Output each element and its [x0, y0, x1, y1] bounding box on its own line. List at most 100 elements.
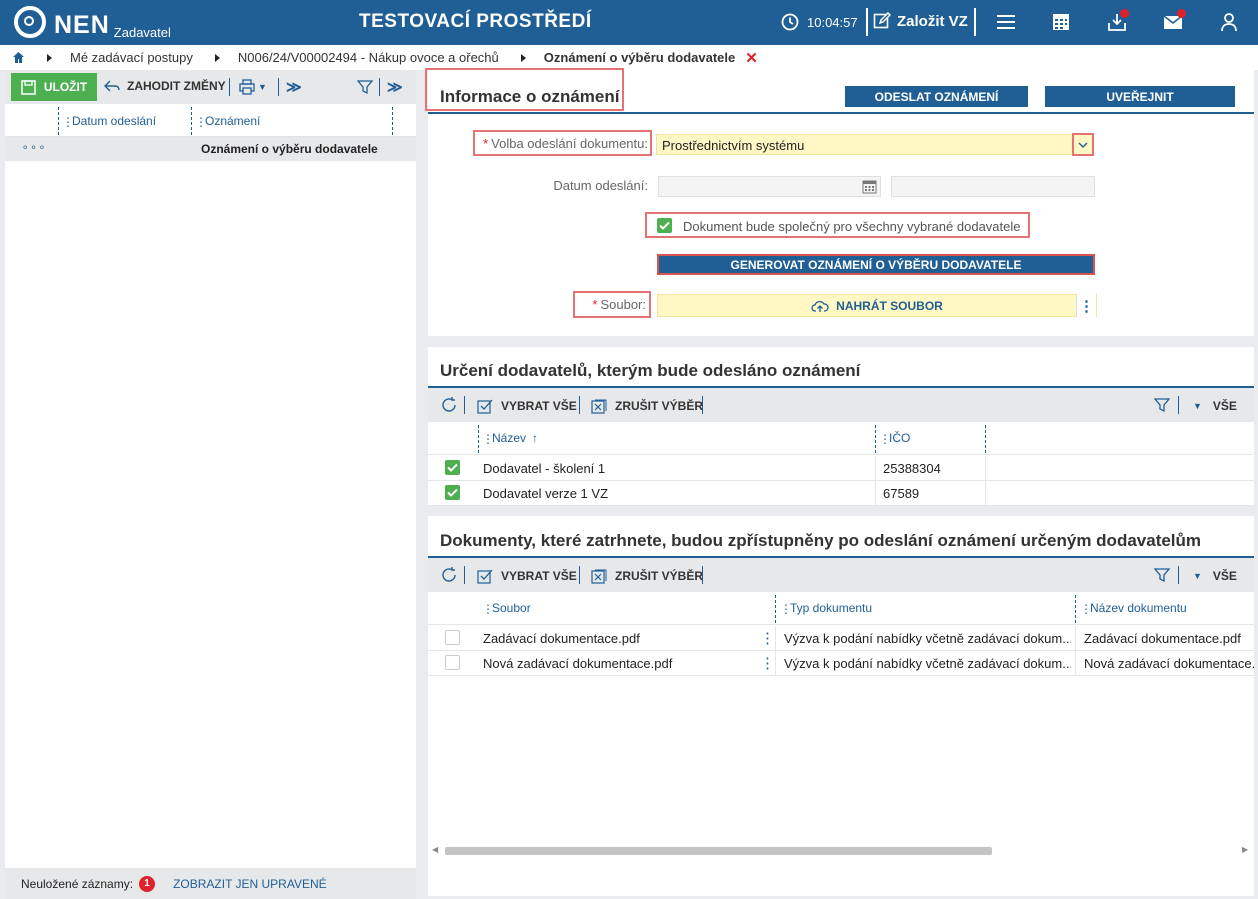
column-divider	[191, 107, 192, 135]
filter-icon[interactable]	[1154, 567, 1170, 583]
create-vz-button[interactable]: Založit VZ	[873, 12, 968, 30]
column-header-file[interactable]: ⋮Soubor	[482, 601, 531, 616]
document-name: Zadávací dokumentace.pdf	[1084, 631, 1241, 646]
column-header-name[interactable]: ⋮Název ↑	[482, 431, 538, 446]
cell-divider	[775, 626, 776, 651]
print-menu-button[interactable]: ▼	[239, 79, 267, 95]
select-all-button[interactable]: VYBRAT VŠE	[477, 568, 577, 584]
refresh-icon[interactable]	[440, 396, 458, 414]
user-icon[interactable]	[1218, 11, 1240, 33]
document-name: Nová zadávací dokumentace.p	[1084, 656, 1254, 671]
table-row[interactable]: Dodavatel verze 1 VZ 67589	[428, 481, 1254, 506]
show-only-modified-link[interactable]: ZOBRAZIT JEN UPRAVENÉ	[173, 877, 327, 891]
column-header-date[interactable]: ⋮Datum odeslání	[62, 114, 156, 129]
nen-logo[interactable]: NEN Zadavatel	[14, 6, 171, 40]
title-underline	[428, 112, 1254, 114]
filter-icon[interactable]	[1154, 397, 1170, 413]
common-document-checkbox[interactable]	[657, 218, 672, 233]
left-toolbar: ULOŽIT ZAHODIT ZMĚNY ▼ ≫ ≫	[5, 70, 416, 104]
column-menu-icon: ⋮	[780, 601, 792, 616]
close-icon[interactable]: ✕	[745, 49, 758, 67]
column-menu-icon: ⋮	[62, 114, 74, 129]
column-header-type[interactable]: ⋮Typ dokumentu	[780, 601, 872, 616]
calendar-icon[interactable]	[862, 179, 877, 194]
document-file[interactable]: Zadávací dokumentace.pdf	[483, 631, 640, 646]
cancel-selection-button[interactable]: ZRUŠIT VÝBĚR	[591, 568, 703, 584]
breadcrumb-item[interactable]: Mé zadávací postupy	[70, 50, 193, 65]
chevron-right-icon	[520, 53, 526, 62]
row-checkbox[interactable]	[445, 630, 460, 645]
table-row[interactable]: Dodavatel - školení 1 25388304	[428, 456, 1254, 481]
left-grid-header: ⋮Datum odeslání ⋮Oznámení	[5, 104, 416, 137]
column-header-ico[interactable]: ⋮IČO	[879, 431, 910, 446]
collapse-panel-icon[interactable]: ≫	[387, 78, 403, 96]
calendar-icon[interactable]	[1050, 11, 1072, 33]
send-notice-button[interactable]: ODESLAT OZNÁMENÍ	[845, 86, 1028, 107]
column-menu-icon: ⋮	[195, 114, 207, 129]
table-row[interactable]: Nová zadávací dokumentace.pdf ⋮ Výzva k …	[428, 651, 1254, 676]
column-header-doc-name[interactable]: ⋮Název dokumentu	[1080, 601, 1187, 616]
row-checkbox[interactable]	[445, 485, 460, 500]
send-mode-label-text: Volba odeslání dokumentu:	[491, 136, 648, 151]
discard-changes-button[interactable]: ZAHODIT ZMĚNY	[103, 79, 226, 93]
cancel-selection-button[interactable]: ZRUŠIT VÝBĚR	[591, 398, 703, 414]
time-sent-input[interactable]	[891, 176, 1095, 197]
publish-button[interactable]: UVEŘEJNIT	[1045, 86, 1235, 107]
row-checkbox[interactable]	[445, 655, 460, 670]
scrollbar-thumb[interactable]	[445, 847, 992, 855]
scroll-left-icon[interactable]: ◀	[432, 845, 438, 854]
upload-file-button[interactable]: NAHRÁT SOUBOR ⋮	[657, 294, 1097, 317]
select-all-button[interactable]: VYBRAT VŠE	[477, 398, 577, 414]
divider	[464, 566, 465, 584]
edit-icon	[873, 12, 891, 29]
breadcrumb-item[interactable]: N006/24/V00002494 - Nákup ovoce a ořechů	[238, 50, 499, 65]
save-button[interactable]: ULOŽIT	[11, 73, 97, 101]
refresh-icon[interactable]	[440, 566, 458, 584]
column-divider	[58, 107, 59, 135]
home-icon[interactable]	[12, 51, 25, 64]
horizontal-scrollbar[interactable]: ◀ ▶	[428, 844, 1254, 858]
column-header-label: Datum odeslání	[72, 114, 157, 128]
document-file[interactable]: Nová zadávací dokumentace.pdf	[483, 656, 672, 671]
session-clock: 10:04:57	[781, 13, 858, 31]
row-checkbox[interactable]	[445, 460, 460, 475]
generate-notice-button[interactable]: GENEROVAT OZNÁMENÍ O VÝBĚRU DODAVATELE	[657, 254, 1095, 275]
divider	[464, 396, 465, 414]
checkmark-icon	[447, 488, 458, 497]
date-sent-label: Datum odeslání:	[553, 178, 648, 193]
column-header-label: Soubor	[492, 601, 531, 615]
more-options-icon[interactable]: ⋮	[1076, 294, 1096, 317]
chevron-right-icon	[47, 53, 52, 62]
chevron-down-icon[interactable]	[1072, 133, 1094, 156]
cell-divider	[775, 651, 776, 676]
more-options-icon[interactable]: ⋮	[760, 629, 775, 647]
messages-button[interactable]	[1162, 9, 1186, 36]
inbox-button[interactable]	[1106, 9, 1129, 36]
printer-icon	[239, 79, 255, 95]
hamburger-menu-icon[interactable]	[995, 11, 1017, 33]
chevron-down-icon: ▼	[1193, 401, 1202, 411]
chevron-right-icon	[214, 53, 220, 62]
breadcrumb-current: Oznámení o výběru dodavatele	[543, 50, 736, 65]
send-mode-select[interactable]: Prostřednictvím systému	[656, 133, 1094, 156]
table-row[interactable]: Zadávací dokumentace.pdf ⋮ Výzva k podán…	[428, 626, 1254, 651]
cell-divider	[1075, 651, 1076, 676]
list-item[interactable]: ⚬⚬⚬ Oznámení o výběru dodavatele	[5, 137, 416, 161]
view-selector[interactable]: ▼ VŠE	[1193, 399, 1237, 413]
expand-icon[interactable]: ≫	[286, 78, 302, 96]
scroll-right-icon[interactable]: ▶	[1242, 845, 1248, 854]
floppy-icon	[21, 79, 36, 95]
date-sent-input[interactable]	[658, 176, 881, 197]
column-header-notice[interactable]: ⋮Oznámení	[195, 114, 260, 129]
unsaved-count-badge: 1	[139, 875, 156, 892]
view-selector[interactable]: ▼ VŠE	[1193, 569, 1237, 583]
check-square-icon	[477, 569, 493, 584]
suppliers-title: Určení dodavatelů, kterým bude odesláno …	[440, 361, 861, 380]
divider	[229, 78, 230, 96]
row-actions-icon[interactable]: ⚬⚬⚬	[21, 143, 46, 154]
divider	[702, 566, 703, 584]
chevron-down-icon: ▼	[258, 82, 267, 92]
left-footer: Neuložené záznamy: 1 ZOBRAZIT JEN UPRAVE…	[5, 868, 416, 899]
more-options-icon[interactable]: ⋮	[760, 654, 775, 672]
filter-icon[interactable]	[357, 79, 373, 95]
